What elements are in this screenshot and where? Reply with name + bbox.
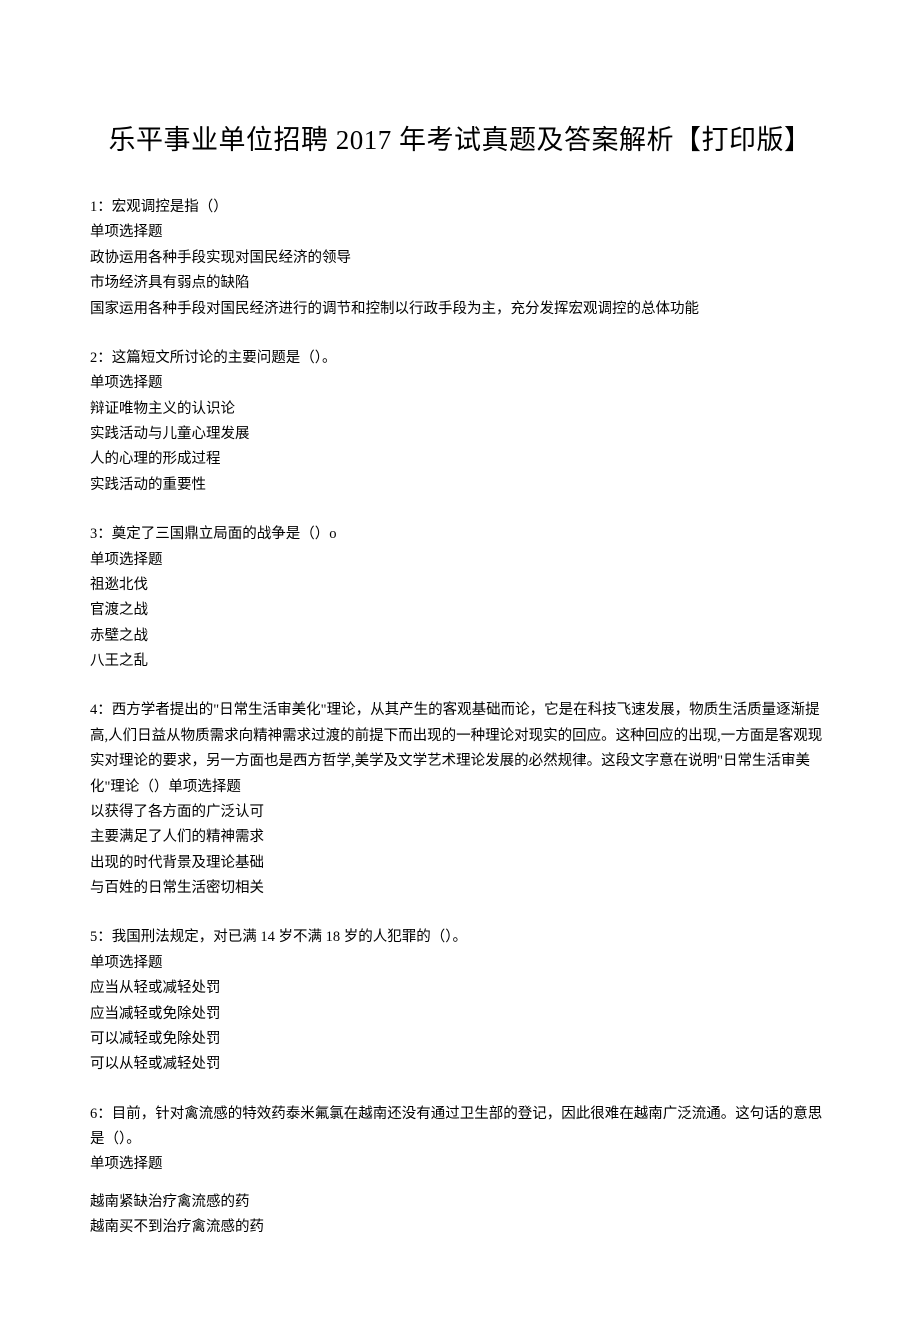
question-stem: 3：奠定了三国鼎立局面的战争是（）o	[90, 522, 830, 547]
question-option: 应当从轻或减轻处罚	[90, 976, 830, 1001]
question-option: 赤壁之战	[90, 624, 830, 649]
question-type: 单项选择题	[90, 951, 830, 976]
page-title: 乐平事业单位招聘 2017 年考试真题及答案解析【打印版】	[90, 118, 830, 157]
question-option: 政协运用各种手段实现对国民经济的领导	[90, 246, 830, 271]
question-1: 1：宏观调控是指（） 单项选择题 政协运用各种手段实现对国民经济的领导 市场经济…	[90, 195, 830, 322]
question-option: 出现的时代背景及理论基础	[90, 851, 830, 876]
question-option: 实践活动与儿童心理发展	[90, 422, 830, 447]
question-2: 2：这篇短文所讨论的主要问题是（）。 单项选择题 辩证唯物主义的认识论 实践活动…	[90, 346, 830, 498]
question-option: 八王之乱	[90, 649, 830, 674]
question-option: 与百姓的日常生活密切相关	[90, 876, 830, 901]
question-type: 单项选择题	[90, 548, 830, 573]
question-option: 官渡之战	[90, 598, 830, 623]
question-type: 单项选择题	[90, 1152, 830, 1177]
question-3: 3：奠定了三国鼎立局面的战争是（）o 单项选择题 祖逖北伐 官渡之战 赤壁之战 …	[90, 522, 830, 674]
question-option: 可以减轻或免除处罚	[90, 1027, 830, 1052]
question-option: 可以从轻或减轻处罚	[90, 1052, 830, 1077]
question-6: 6：目前，针对禽流感的特效药泰米氟氯在越南还没有通过卫生部的登记，因此很难在越南…	[90, 1102, 830, 1241]
question-option: 以获得了各方面的广泛认可	[90, 800, 830, 825]
question-option: 国家运用各种手段对国民经济进行的调节和控制以行政手段为主，充分发挥宏观调控的总体…	[90, 297, 830, 322]
question-option: 实践活动的重要性	[90, 473, 830, 498]
question-5: 5：我国刑法规定，对已满 14 岁不满 18 岁的人犯罪的（）。 单项选择题 应…	[90, 925, 830, 1077]
question-4: 4：西方学者提出的"日常生活审美化"理论，从其产生的客观基础而论，它是在科技飞速…	[90, 698, 830, 901]
question-option: 辩证唯物主义的认识论	[90, 397, 830, 422]
question-stem: 6：目前，针对禽流感的特效药泰米氟氯在越南还没有通过卫生部的登记，因此很难在越南…	[90, 1102, 830, 1153]
question-option: 越南买不到治疗禽流感的药	[90, 1215, 830, 1240]
question-option: 应当减轻或免除处罚	[90, 1002, 830, 1027]
question-type: 单项选择题	[90, 220, 830, 245]
question-type: 单项选择题	[90, 371, 830, 396]
document-page: 乐平事业单位招聘 2017 年考试真题及答案解析【打印版】 1：宏观调控是指（）…	[0, 0, 920, 1325]
question-stem: 2：这篇短文所讨论的主要问题是（）。	[90, 346, 830, 371]
question-option: 越南紧缺治疗禽流感的药	[90, 1190, 830, 1215]
question-stem: 4：西方学者提出的"日常生活审美化"理论，从其产生的客观基础而论，它是在科技飞速…	[90, 698, 830, 800]
question-option: 祖逖北伐	[90, 573, 830, 598]
question-option: 市场经济具有弱点的缺陷	[90, 271, 830, 296]
question-option: 人的心理的形成过程	[90, 447, 830, 472]
question-stem: 5：我国刑法规定，对已满 14 岁不满 18 岁的人犯罪的（）。	[90, 925, 830, 950]
question-option: 主要满足了人们的精神需求	[90, 825, 830, 850]
question-stem: 1：宏观调控是指（）	[90, 195, 830, 220]
